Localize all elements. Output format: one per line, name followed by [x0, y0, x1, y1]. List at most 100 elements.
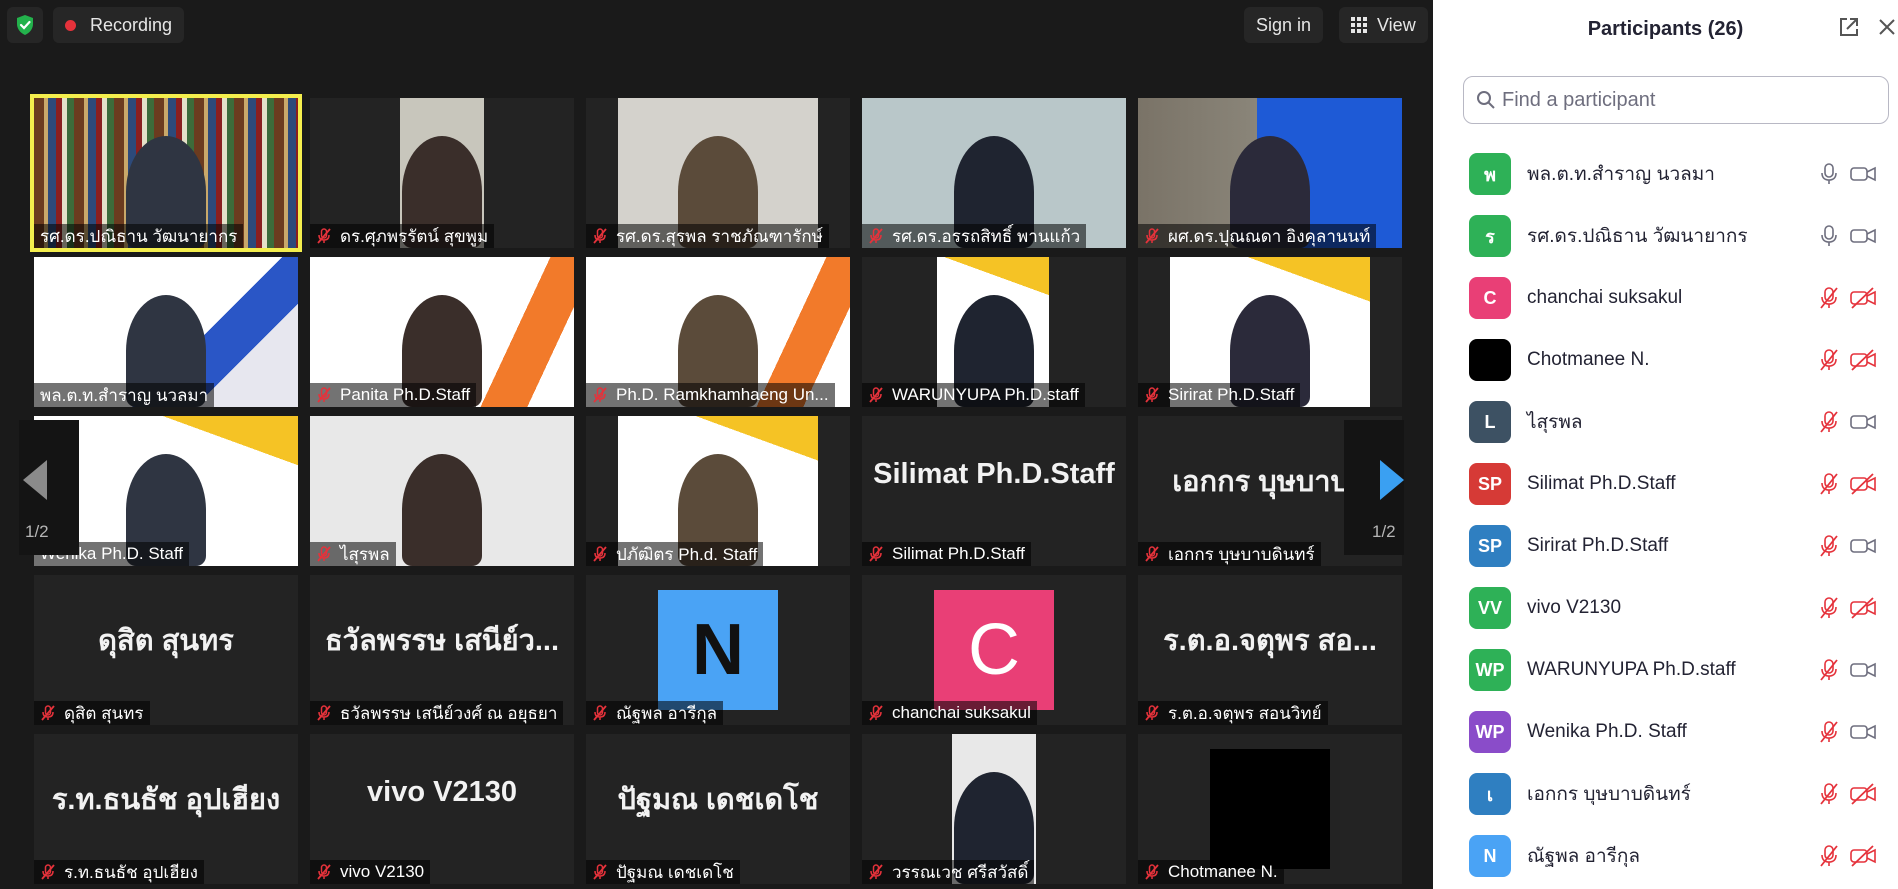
participant-row[interactable]: Chotmanee N.	[1433, 329, 1898, 391]
participant-row[interactable]: SP Sirirat Ph.D.Staff	[1433, 515, 1898, 577]
microphone-muted-icon[interactable]	[1818, 410, 1840, 434]
panel-title: Participants (26)	[1587, 18, 1744, 40]
next-page-button[interactable]: 1/2	[1344, 420, 1404, 555]
video-tile[interactable]: WARUNYUPA Ph.D.staff	[862, 257, 1126, 407]
participant-row[interactable]: พ พล.ต.ท.สำราญ นวลมา	[1433, 143, 1898, 205]
video-tile[interactable]: ดร.ศุภพรรัตน์ สุขพูม	[310, 98, 574, 248]
page-indicator-right: 1/2	[1372, 522, 1396, 541]
video-tile[interactable]: ดุสิต สุนทร ดุสิต สุนทร	[34, 575, 298, 725]
camera-off-icon[interactable]	[1849, 348, 1877, 372]
sign-in-button[interactable]: Sign in	[1244, 7, 1324, 43]
video-tile[interactable]: วรรณเวช ศรีสวัสดิ์	[862, 734, 1126, 884]
search-icon	[1477, 91, 1495, 109]
tile-display-name: ปัฐมณ เดชเดโช	[617, 784, 819, 816]
pop-out-icon[interactable]	[1838, 16, 1860, 38]
microphone-muted-icon[interactable]	[1818, 720, 1840, 744]
camera-icon[interactable]	[1849, 224, 1877, 248]
video-tile[interactable]: Sirirat Ph.D.Staff	[1138, 257, 1402, 407]
video-tile[interactable]: Silimat Ph.D.Staff Silimat Ph.D.Staff	[862, 416, 1126, 566]
participant-row[interactable]: VV vivo V2130	[1433, 577, 1898, 639]
participant-row[interactable]: WP WARUNYUPA Ph.D.staff	[1433, 639, 1898, 701]
camera-icon[interactable]	[1849, 658, 1877, 682]
video-tile[interactable]: ปภัฒิตร Ph.d. Staff	[586, 416, 850, 566]
tile-name-text: ร.ท.ธนธัช อุปเฮียง	[64, 862, 198, 882]
tile-avatar: C	[934, 590, 1054, 710]
video-tile[interactable]: N ณัฐพล อารีกุล	[586, 575, 850, 725]
participant-row[interactable]: L ไสุรพล	[1433, 391, 1898, 453]
video-tile[interactable]: รศ.ดร.สุรพล ราชภัณฑารักษ์	[586, 98, 850, 248]
tile-name-text: Panita Ph.D.Staff	[340, 385, 471, 404]
video-tile[interactable]: Cchanchai suksakul	[862, 575, 1126, 725]
video-tile[interactable]: ผศ.ดร.ปุณณดา อิงคุลานนท์	[1138, 98, 1402, 248]
participant-row[interactable]: WP Wenika Ph.D. Staff	[1433, 701, 1898, 763]
video-tile[interactable]: ปัฐมณ เดชเดโช ปัฐมณ เดชเดโช	[586, 734, 850, 884]
tile-name-label: รศ.ดร.อรรถสิทธิ์ พานแก้ว	[862, 224, 1087, 248]
participant-avatar: N	[1469, 835, 1511, 877]
mic-muted-icon	[1144, 705, 1160, 721]
camera-off-icon[interactable]	[1849, 596, 1877, 620]
participant-name: เอกกร บุษบาบดินทร์	[1527, 784, 1691, 805]
camera-off-icon[interactable]	[1849, 286, 1877, 310]
participant-row[interactable]: N ณัฐพล อารีกุล	[1433, 825, 1898, 887]
previous-page-button[interactable]: 1/2	[19, 420, 79, 555]
camera-off-icon[interactable]	[1849, 782, 1877, 806]
video-tile[interactable]: ร.ท.ธนธัช อุปเฮียง ร.ท.ธนธัช อุปเฮียง	[34, 734, 298, 884]
participant-row[interactable]: เ เอกกร บุษบาบดินทร์	[1433, 763, 1898, 825]
mic-muted-icon	[1144, 228, 1160, 244]
tile-display-name: ดุสิต สุนทร	[98, 625, 234, 657]
microphone-icon[interactable]	[1818, 224, 1840, 248]
participant-avatar: SP	[1469, 525, 1511, 567]
mic-muted-icon	[592, 228, 608, 244]
microphone-muted-icon[interactable]	[1818, 596, 1840, 620]
tile-name-text: เอกกร บุษบาบดินทร์	[1168, 544, 1315, 564]
tile-name-label: ณัฐพล อารีกุล	[586, 701, 724, 725]
microphone-muted-icon[interactable]	[1818, 534, 1840, 558]
participant-search[interactable]	[1463, 76, 1889, 124]
camera-off-icon[interactable]	[1849, 844, 1877, 868]
participant-name: Sirirat Ph.D.Staff	[1527, 535, 1669, 556]
tile-name-text: ปภัฒิตร Ph.d. Staff	[616, 544, 758, 564]
microphone-muted-icon[interactable]	[1818, 348, 1840, 372]
microphone-muted-icon[interactable]	[1818, 472, 1840, 496]
tile-name-text: ดุสิต สุนทร	[64, 703, 144, 723]
microphone-muted-icon[interactable]	[1818, 844, 1840, 868]
camera-icon[interactable]	[1849, 410, 1877, 434]
participant-row[interactable]: ร รศ.ดร.ปณิธาน วัฒนายากร	[1433, 205, 1898, 267]
mic-muted-icon	[1144, 546, 1160, 562]
microphone-muted-icon[interactable]	[1818, 782, 1840, 806]
tile-name-label: วรรณเวช ศรีสวัสดิ์	[862, 860, 1035, 884]
camera-off-icon[interactable]	[1849, 472, 1877, 496]
grid-view-icon	[1351, 17, 1367, 33]
security-shield-button[interactable]	[7, 7, 43, 43]
video-tile[interactable]: ธวัลพรรษ เสนีย์ว... ธวัลพรรษ เสนีย์วงศ์ ณ…	[310, 575, 574, 725]
video-tile[interactable]: รศ.ดร.อรรถสิทธิ์ พานแก้ว	[862, 98, 1126, 248]
microphone-icon[interactable]	[1818, 162, 1840, 186]
tile-name-text: รศ.ดร.ปณิธาน วัฒนายากร	[40, 226, 238, 246]
camera-icon[interactable]	[1849, 534, 1877, 558]
video-tile[interactable]: ร.ต.อ.จตุพร สอ... ร.ต.อ.จตุพร สอนวิทย์	[1138, 575, 1402, 725]
camera-icon[interactable]	[1849, 162, 1877, 186]
video-tile[interactable]: vivo V2130 vivo V2130	[310, 734, 574, 884]
microphone-muted-icon[interactable]	[1818, 286, 1840, 310]
video-tile[interactable]: Chotmanee N.	[1138, 734, 1402, 884]
video-tile[interactable]: รศ.ดร.ปณิธาน วัฒนายากร	[30, 94, 302, 252]
recording-indicator[interactable]: Recording	[53, 7, 185, 43]
arrow-left-icon	[23, 460, 47, 500]
close-icon[interactable]	[1876, 16, 1898, 38]
participant-name: vivo V2130	[1527, 597, 1622, 618]
participant-row[interactable]: SP Silimat Ph.D.Staff	[1433, 453, 1898, 515]
video-tile[interactable]: พล.ต.ท.สำราญ นวลมา	[34, 257, 298, 407]
search-input[interactable]	[1502, 88, 1882, 112]
microphone-muted-icon[interactable]	[1818, 658, 1840, 682]
mic-muted-icon	[592, 864, 608, 880]
view-button[interactable]: View	[1339, 7, 1428, 43]
video-tile[interactable]: Panita Ph.D.Staff	[310, 257, 574, 407]
camera-icon[interactable]	[1849, 720, 1877, 744]
participant-avatar: L	[1469, 401, 1511, 443]
video-tile[interactable]: Ph.D. Ramkhamhaeng Un...	[586, 257, 850, 407]
recording-label: Recording	[90, 14, 173, 35]
video-tile[interactable]: ไสุรพล	[310, 416, 574, 566]
participant-row[interactable]: Cchanchai suksakul	[1433, 267, 1898, 329]
participant-avatar: C	[1469, 277, 1511, 319]
mic-muted-icon	[316, 387, 332, 403]
